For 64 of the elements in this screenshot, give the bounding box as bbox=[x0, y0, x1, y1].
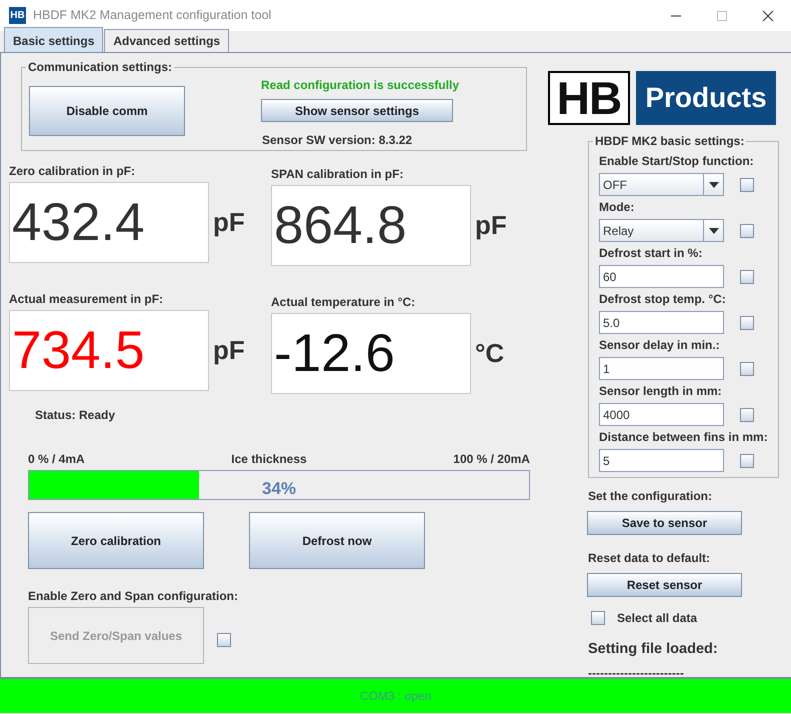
checkbox[interactable] bbox=[740, 270, 754, 284]
app-icon: HB bbox=[9, 7, 26, 24]
checkbox[interactable] bbox=[740, 178, 754, 192]
checkbox[interactable] bbox=[591, 611, 605, 625]
action-button[interactable]: Zero calibration bbox=[28, 512, 204, 569]
setting-file-name: ------------------------ bbox=[588, 664, 685, 677]
reset-button[interactable]: Reset sensor bbox=[587, 573, 742, 597]
measurement-label: SPAN calibration in pF: bbox=[271, 166, 404, 183]
field-label: Distance between fins in mm: bbox=[599, 429, 769, 446]
sensor-version: Sensor SW version: 8.3.22 bbox=[262, 132, 412, 149]
checkbox[interactable] bbox=[740, 454, 754, 468]
group-label: Communication settings: bbox=[26, 61, 174, 74]
text-field[interactable]: 60 bbox=[599, 265, 724, 288]
measurement-value: 734.5 bbox=[9, 310, 209, 391]
logo-text: Products bbox=[636, 71, 776, 125]
field-label: Mode: bbox=[599, 199, 636, 216]
text-field[interactable]: 5 bbox=[599, 449, 724, 472]
setting-file-label: Setting file loaded: bbox=[588, 640, 719, 659]
window-title: HBDF MK2 Management configuration tool bbox=[33, 7, 272, 24]
show-sensor-settings-button[interactable]: Show sensor settings bbox=[261, 99, 453, 122]
unit-label: pF bbox=[213, 206, 245, 239]
status-message: Read configuration is successfully bbox=[261, 77, 460, 94]
text-field[interactable]: 1 bbox=[599, 357, 724, 380]
measurement-value: -12.6 bbox=[271, 313, 471, 394]
field-label: Sensor delay in min.: bbox=[599, 337, 721, 354]
dropdown[interactable]: OFF bbox=[599, 173, 724, 196]
unit-label: pF bbox=[475, 209, 507, 242]
dropdown-arrow-icon bbox=[708, 228, 718, 234]
field-label: Defrost stop temp. °C: bbox=[599, 291, 727, 308]
progress-reading: 34% bbox=[262, 478, 296, 500]
field-label: Enable Start/Stop function: bbox=[599, 153, 755, 170]
measurement-label: Actual measurement in pF: bbox=[9, 291, 164, 308]
measurement-value: 864.8 bbox=[271, 185, 471, 266]
measurement-label: Zero calibration in pF: bbox=[9, 163, 136, 180]
dropdown[interactable]: Relay bbox=[599, 219, 724, 242]
scale-max-label: 100 % / 20mA bbox=[453, 451, 530, 468]
unit-label: °C bbox=[475, 337, 504, 370]
checkbox[interactable] bbox=[740, 362, 754, 376]
text-field[interactable]: 4000 bbox=[599, 403, 724, 426]
bar-title: Ice thickness bbox=[231, 451, 307, 468]
scale-min-label: 0 % / 4mA bbox=[28, 451, 85, 468]
disable-comm-button[interactable]: Disable comm bbox=[29, 86, 185, 136]
field-label: Sensor length in mm: bbox=[599, 383, 723, 400]
checkbox-label: Select all data bbox=[617, 610, 698, 627]
field-label: Defrost start in %: bbox=[599, 245, 704, 262]
section-label: Enable Zero and Span configuration: bbox=[28, 588, 240, 605]
checkbox[interactable] bbox=[740, 316, 754, 330]
status-text: Status: Ready bbox=[35, 407, 116, 424]
logo-text: HB bbox=[548, 71, 630, 125]
text-field[interactable]: 5.0 bbox=[599, 311, 724, 334]
unit-label: pF bbox=[213, 334, 245, 367]
tab[interactable]: Basic settings bbox=[4, 27, 104, 52]
tab[interactable]: Advanced settings bbox=[104, 29, 230, 52]
measurement-value: 432.4 bbox=[9, 182, 209, 263]
status-bar: COM3 : open bbox=[0, 677, 791, 713]
save-button[interactable]: Save to sensor bbox=[587, 511, 742, 535]
checkbox[interactable] bbox=[740, 408, 754, 422]
dropdown-arrow-icon bbox=[708, 182, 718, 188]
checkbox[interactable] bbox=[740, 224, 754, 238]
measurement-label: Actual temperature in °C: bbox=[271, 294, 416, 311]
group-label: HBDF MK2 basic settings: bbox=[593, 135, 746, 148]
action-button[interactable]: Defrost now bbox=[249, 512, 425, 569]
section-label: Reset data to default: bbox=[588, 550, 712, 567]
section-label: Set the configuration: bbox=[588, 488, 713, 505]
